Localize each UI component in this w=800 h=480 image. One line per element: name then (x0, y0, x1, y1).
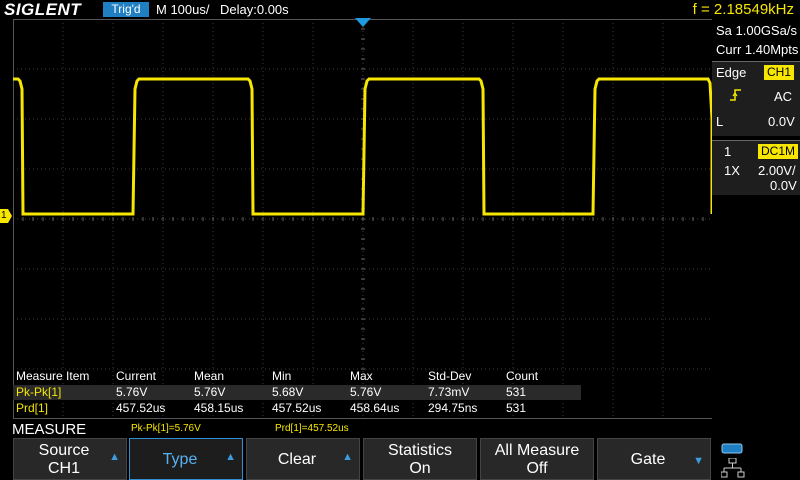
trigger-source: CH1 (764, 65, 795, 80)
source-button-value: CH1 (47, 460, 80, 477)
all-measure-button-value: Off (526, 460, 548, 477)
statistics-button-value: On (409, 460, 431, 477)
clear-button[interactable]: Clear ▲ (246, 438, 360, 480)
gate-button[interactable]: Gate ▼ (597, 438, 711, 480)
statistics-button[interactable]: Statistics On (363, 438, 477, 480)
table-row: Pk-Pk[1] 5.76V 5.76V 5.68V 5.76V 7.73mV 531 (13, 385, 581, 400)
down-arrow-icon: ▼ (693, 455, 704, 467)
column-header: Measure Item (16, 369, 90, 383)
measure-value: 457.52us (116, 401, 166, 415)
probe-attenuation: 1X (724, 163, 740, 178)
up-arrow-icon: ▲ (225, 451, 236, 463)
channel1-settings-box[interactable]: 1 DC1M 1X 2.00V/ 0.0V (712, 140, 800, 195)
sample-rate: Sa 1.00GSa/s (716, 23, 797, 38)
measure-result-1: Pk-Pk[1]=5.76V (131, 423, 201, 434)
vertical-offset: 0.0V (770, 178, 797, 193)
trigger-level-value: 0.0V (768, 114, 795, 129)
measure-value: 294.75ns (428, 401, 478, 415)
type-button[interactable]: Type ▲ (129, 438, 243, 480)
statistics-button-label: Statistics (387, 442, 452, 459)
softkey-menu: Source CH1 ▲ Type ▲ Clear ▲ Statistics O… (0, 438, 800, 480)
trigger-coupling: AC (774, 89, 793, 104)
measure-value: 5.68V (272, 385, 304, 399)
source-button[interactable]: Source CH1 ▲ (13, 438, 127, 480)
waveform-display[interactable] (13, 19, 713, 419)
type-button-label: Type (162, 451, 198, 468)
trigger-settings-box[interactable]: Edge CH1 AC L 0.0V (712, 61, 800, 136)
column-header: Count (506, 369, 539, 383)
measure-item-name: Prd[1] (16, 401, 49, 415)
measure-value: 457.52us (272, 401, 322, 415)
column-header: Current (116, 369, 157, 383)
trigger-level-label: L (716, 114, 724, 129)
measure-value: 7.73mV (428, 385, 470, 399)
up-arrow-icon: ▲ (342, 451, 353, 463)
trigger-status-badge: Trig'd (103, 2, 149, 17)
frequency-readout: f = 2.18549kHz (692, 1, 794, 18)
measure-value: 5.76V (194, 385, 226, 399)
memory-depth: Curr 1.40Mpts (716, 42, 799, 57)
column-header: Min (272, 369, 292, 383)
source-button-label: Source (38, 442, 90, 459)
measure-value: 5.76V (350, 385, 382, 399)
channel-number: 1 (724, 144, 732, 159)
measure-menu-bar: MEASURE Pk-Pk[1]=5.76V Prd[1]=457.52us (0, 421, 800, 438)
channel1-ground-marker[interactable]: 1 (0, 209, 12, 223)
rising-edge-icon (730, 89, 741, 101)
up-arrow-icon: ▲ (109, 451, 120, 463)
measure-value: 5.76V (116, 385, 148, 399)
timebase-readout[interactable]: M 100us/ (156, 2, 209, 17)
delay-readout[interactable]: Delay:0.00s (220, 2, 289, 17)
gate-button-label: Gate (630, 451, 666, 468)
table-header-row: Measure Item Current Mean Min Max Std-Dev Coun… (13, 369, 581, 384)
table-row: Prd[1] 457.52us 458.15us 457.52us 458.64us 29… (13, 401, 581, 416)
lan-icon (721, 458, 745, 478)
top-status-bar: SIGLENT Trig'd M 100us/ Delay:0.00s f = … (0, 0, 800, 19)
column-header: Max (350, 369, 373, 383)
channel1-marker-label: 1 (1, 210, 7, 221)
all-measure-button[interactable]: All Measure Off (480, 438, 594, 480)
measure-value: 531 (506, 401, 527, 415)
clear-button-label: Clear (277, 451, 317, 468)
brand-logo: SIGLENT (4, 0, 82, 19)
measure-value: 458.64us (350, 401, 400, 415)
column-header: Std-Dev (428, 369, 472, 383)
trigger-type: Edge (716, 65, 747, 80)
usb-icon (721, 443, 743, 454)
network-status[interactable] (718, 440, 748, 478)
trigger-position-marker[interactable] (355, 18, 371, 28)
measure-item-name: Pk-Pk[1] (16, 385, 62, 399)
channel-coupling: DC1M (758, 144, 799, 159)
column-header: Mean (194, 369, 225, 383)
all-measure-button-label: All Measure (494, 442, 580, 459)
measure-menu-title: MEASURE (12, 421, 87, 438)
vertical-scale: 2.00V/ (758, 163, 796, 178)
measure-value: 458.15us (194, 401, 244, 415)
measure-result-2: Prd[1]=457.52us (275, 423, 349, 434)
measure-value: 531 (506, 385, 527, 399)
